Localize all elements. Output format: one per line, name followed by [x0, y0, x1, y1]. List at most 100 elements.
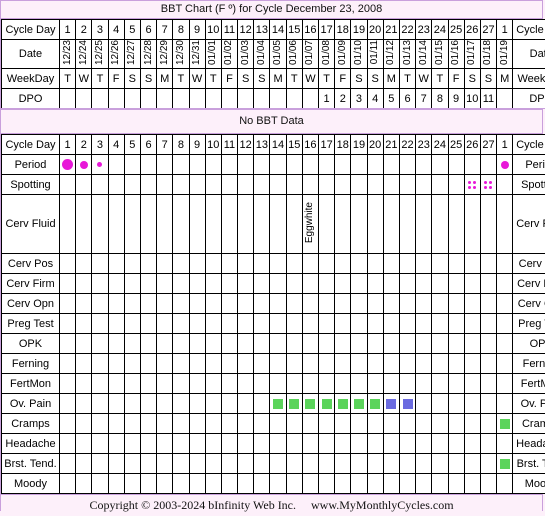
headache-cell[interactable]: [238, 434, 254, 454]
headache-cell[interactable]: [189, 434, 205, 454]
cramps-cell[interactable]: [383, 414, 399, 434]
spotting-cell[interactable]: [286, 175, 302, 195]
cerv-pos-cell[interactable]: [302, 254, 318, 274]
opk-cell[interactable]: [286, 334, 302, 354]
cerv-fluid-cell[interactable]: [270, 195, 286, 254]
ov-pain-cell[interactable]: [464, 394, 480, 414]
brst-tend-cell[interactable]: [448, 454, 464, 474]
opk-cell[interactable]: [92, 334, 108, 354]
cerv-firm-cell[interactable]: [351, 274, 367, 294]
fertmon-cell[interactable]: [302, 374, 318, 394]
spotting-cell[interactable]: [76, 175, 92, 195]
cerv-pos-cell[interactable]: [92, 254, 108, 274]
ferning-cell[interactable]: [432, 354, 448, 374]
brst-tend-cell[interactable]: [302, 454, 318, 474]
moody-cell[interactable]: [60, 474, 76, 494]
spotting-cell[interactable]: [92, 175, 108, 195]
moody-cell[interactable]: [464, 474, 480, 494]
opk-cell[interactable]: [140, 334, 156, 354]
fertmon-cell[interactable]: [464, 374, 480, 394]
ov-pain-cell[interactable]: [335, 394, 351, 414]
fertmon-cell[interactable]: [270, 374, 286, 394]
ov-pain-cell[interactable]: [108, 394, 124, 414]
cerv-pos-cell[interactable]: [140, 254, 156, 274]
cerv-fluid-cell[interactable]: [335, 195, 351, 254]
preg-test-cell[interactable]: [351, 314, 367, 334]
cerv-fluid-cell[interactable]: [448, 195, 464, 254]
spotting-cell[interactable]: [335, 175, 351, 195]
headache-cell[interactable]: [480, 434, 496, 454]
cerv-opn-cell[interactable]: [319, 294, 335, 314]
spotting-cell[interactable]: [140, 175, 156, 195]
period-cell[interactable]: [335, 155, 351, 175]
brst-tend-cell[interactable]: [238, 454, 254, 474]
cramps-cell[interactable]: [464, 414, 480, 434]
headache-cell[interactable]: [108, 434, 124, 454]
ferning-cell[interactable]: [302, 354, 318, 374]
preg-test-cell[interactable]: [302, 314, 318, 334]
ferning-cell[interactable]: [351, 354, 367, 374]
preg-test-cell[interactable]: [140, 314, 156, 334]
cramps-cell[interactable]: [189, 414, 205, 434]
cramps-cell[interactable]: [76, 414, 92, 434]
cerv-opn-cell[interactable]: [173, 294, 189, 314]
moody-cell[interactable]: [189, 474, 205, 494]
cerv-fluid-cell[interactable]: [464, 195, 480, 254]
headache-cell[interactable]: [92, 434, 108, 454]
preg-test-cell[interactable]: [319, 314, 335, 334]
cerv-pos-cell[interactable]: [108, 254, 124, 274]
brst-tend-cell[interactable]: [383, 454, 399, 474]
ov-pain-cell[interactable]: [448, 394, 464, 414]
cramps-cell[interactable]: [286, 414, 302, 434]
ov-pain-cell[interactable]: [254, 394, 270, 414]
spotting-cell[interactable]: [270, 175, 286, 195]
spotting-cell[interactable]: [448, 175, 464, 195]
opk-cell[interactable]: [432, 334, 448, 354]
cerv-firm-cell[interactable]: [432, 274, 448, 294]
ferning-cell[interactable]: [480, 354, 496, 374]
cramps-cell[interactable]: [124, 414, 140, 434]
cerv-firm-cell[interactable]: [238, 274, 254, 294]
fertmon-cell[interactable]: [497, 374, 513, 394]
spotting-cell[interactable]: [189, 175, 205, 195]
moody-cell[interactable]: [238, 474, 254, 494]
cramps-cell[interactable]: [254, 414, 270, 434]
opk-cell[interactable]: [76, 334, 92, 354]
fertmon-cell[interactable]: [205, 374, 221, 394]
cerv-opn-cell[interactable]: [108, 294, 124, 314]
fertmon-cell[interactable]: [335, 374, 351, 394]
moody-cell[interactable]: [286, 474, 302, 494]
moody-cell[interactable]: [432, 474, 448, 494]
cerv-opn-cell[interactable]: [416, 294, 432, 314]
cerv-pos-cell[interactable]: [480, 254, 496, 274]
headache-cell[interactable]: [351, 434, 367, 454]
spotting-cell[interactable]: [432, 175, 448, 195]
period-cell[interactable]: [480, 155, 496, 175]
period-cell[interactable]: [221, 155, 237, 175]
cramps-cell[interactable]: [302, 414, 318, 434]
ov-pain-cell[interactable]: [60, 394, 76, 414]
cramps-cell[interactable]: [238, 414, 254, 434]
ov-pain-cell[interactable]: [399, 394, 415, 414]
spotting-cell[interactable]: [124, 175, 140, 195]
cerv-firm-cell[interactable]: [60, 274, 76, 294]
ferning-cell[interactable]: [497, 354, 513, 374]
ferning-cell[interactable]: [464, 354, 480, 374]
spotting-cell[interactable]: [108, 175, 124, 195]
ov-pain-cell[interactable]: [238, 394, 254, 414]
cramps-cell[interactable]: [205, 414, 221, 434]
cerv-opn-cell[interactable]: [124, 294, 140, 314]
cerv-opn-cell[interactable]: [480, 294, 496, 314]
cerv-opn-cell[interactable]: [335, 294, 351, 314]
preg-test-cell[interactable]: [238, 314, 254, 334]
preg-test-cell[interactable]: [480, 314, 496, 334]
headache-cell[interactable]: [221, 434, 237, 454]
headache-cell[interactable]: [383, 434, 399, 454]
opk-cell[interactable]: [108, 334, 124, 354]
period-cell[interactable]: [367, 155, 383, 175]
ov-pain-cell[interactable]: [497, 394, 513, 414]
period-cell[interactable]: [351, 155, 367, 175]
headache-cell[interactable]: [497, 434, 513, 454]
cerv-firm-cell[interactable]: [319, 274, 335, 294]
cerv-opn-cell[interactable]: [92, 294, 108, 314]
